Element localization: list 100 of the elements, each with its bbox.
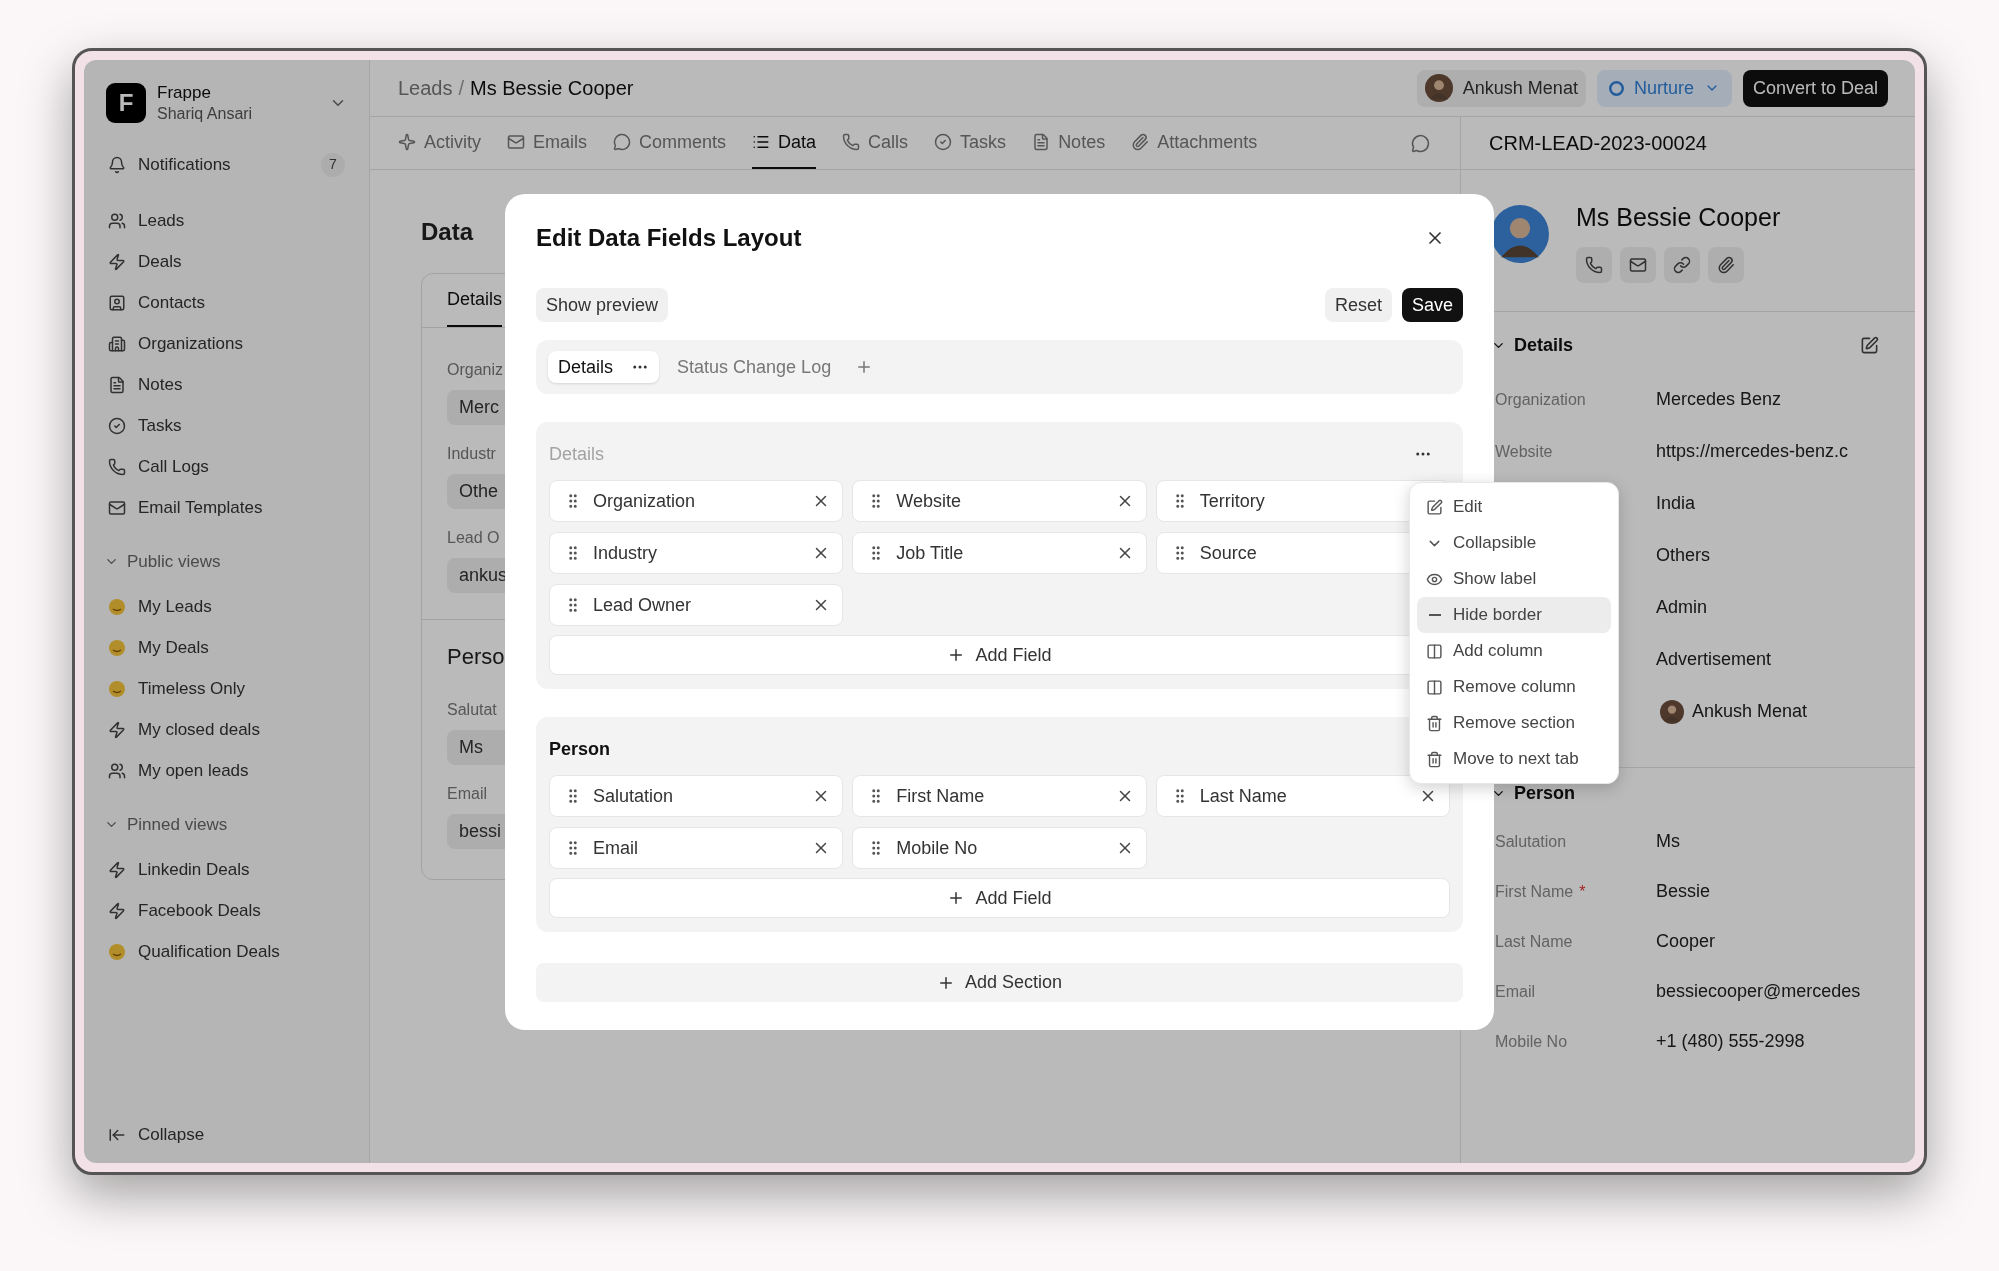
sidebar-item[interactable]: Notifications 7 bbox=[92, 144, 361, 185]
field-value[interactable]: https://mercedes-benz.c bbox=[1656, 438, 1849, 465]
field-chip[interactable]: First Name bbox=[852, 775, 1147, 817]
save-button[interactable]: Save bbox=[1401, 288, 1463, 322]
phone-icon bbox=[108, 457, 126, 476]
sidebar-item[interactable]: Organizations bbox=[92, 323, 361, 364]
phone-button[interactable] bbox=[1576, 246, 1612, 283]
assignee-button[interactable]: Ankush Menat bbox=[1416, 69, 1586, 107]
field-chip[interactable]: Lead Owner bbox=[549, 584, 844, 626]
chat-bubble-icon[interactable] bbox=[1411, 133, 1430, 153]
collapse-button[interactable]: Collapse bbox=[92, 1114, 361, 1155]
sidebar-item[interactable]: Qualification Deals bbox=[92, 931, 361, 972]
breadcrumb-current: Ms Bessie Cooper bbox=[470, 76, 634, 101]
tab[interactable]: Calls bbox=[842, 117, 909, 169]
menu-item[interactable]: Move to next tab bbox=[1417, 741, 1611, 777]
field-chip[interactable]: Mobile No bbox=[852, 827, 1147, 869]
avatar bbox=[1660, 699, 1684, 724]
sidebar-item[interactable]: Call Logs bbox=[92, 446, 361, 487]
field-value[interactable]: +1 (480) 555-2998 bbox=[1656, 1028, 1805, 1055]
field-value[interactable]: Ankush Menat bbox=[1656, 698, 1808, 725]
columns-icon bbox=[1426, 642, 1443, 660]
add-field-button[interactable]: Add Field bbox=[549, 878, 1450, 918]
field-chip[interactable]: Organization bbox=[549, 480, 844, 522]
section-toggle[interactable]: Person bbox=[1491, 780, 1576, 807]
phone-icon bbox=[1585, 255, 1603, 274]
field-chip[interactable]: Email bbox=[549, 827, 844, 869]
field-value[interactable]: Advertisement bbox=[1656, 646, 1772, 673]
sidebar-item[interactable]: My Deals bbox=[92, 627, 361, 668]
preview-button[interactable]: Show preview bbox=[536, 288, 669, 322]
sidebar-item[interactable]: Leads bbox=[92, 200, 361, 241]
sidebar-item[interactable]: Linkedin Deals bbox=[92, 849, 361, 890]
emoji-icon bbox=[108, 638, 126, 657]
tab[interactable]: Activity bbox=[398, 117, 481, 169]
tab[interactable]: Notes bbox=[1032, 117, 1106, 169]
field-chip[interactable]: Salutation bbox=[549, 775, 844, 817]
trash-icon bbox=[1426, 750, 1443, 768]
tab[interactable]: Emails bbox=[507, 117, 588, 169]
reset-button[interactable]: Reset bbox=[1324, 288, 1392, 322]
field-chip[interactable]: Industry bbox=[549, 532, 844, 574]
convert-button[interactable]: Convert to Deal bbox=[1742, 69, 1888, 107]
sidebar-item[interactable]: Contacts bbox=[92, 282, 361, 323]
trash-icon bbox=[1426, 714, 1443, 732]
field-value[interactable]: Mercedes Benz bbox=[1656, 386, 1782, 413]
breadcrumb-link[interactable]: Leads bbox=[398, 73, 453, 103]
lightning-icon bbox=[108, 720, 126, 739]
email-button[interactable] bbox=[1620, 246, 1656, 283]
tab[interactable]: Data bbox=[752, 117, 817, 169]
menu-item[interactable]: Hide border bbox=[1417, 597, 1611, 633]
field-label: Salutat bbox=[447, 700, 497, 720]
field-label: Organization bbox=[1495, 389, 1586, 410]
attach-button[interactable] bbox=[1708, 246, 1744, 283]
tab[interactable]: Status Change Log bbox=[667, 351, 842, 383]
sidebar-item[interactable]: Email Templates bbox=[92, 487, 361, 528]
sidebar-item[interactable]: My open leads bbox=[92, 750, 361, 791]
field-chip[interactable]: Website bbox=[852, 480, 1147, 522]
sidebar-item[interactable]: Deals bbox=[92, 241, 361, 282]
tab[interactable]: Tasks bbox=[934, 117, 1007, 169]
field-chip[interactable]: Last Name bbox=[1155, 775, 1450, 817]
sidebar-item[interactable]: Notes bbox=[92, 364, 361, 405]
users-icon bbox=[108, 761, 126, 780]
workspace-name: Frappe bbox=[157, 82, 212, 104]
logo: F bbox=[106, 83, 146, 123]
add-section-button[interactable]: Add Section bbox=[536, 963, 1463, 1002]
paperclip-icon bbox=[1717, 255, 1735, 274]
emoji-icon bbox=[108, 597, 126, 616]
tab[interactable]: Attachments bbox=[1131, 117, 1258, 169]
edit-icon[interactable] bbox=[1860, 336, 1879, 355]
avatar bbox=[1424, 74, 1453, 102]
sidebar-item[interactable]: Timeless Only bbox=[92, 668, 361, 709]
tab[interactable]: Comments bbox=[613, 117, 727, 169]
sidebar-item[interactable]: Tasks bbox=[92, 405, 361, 446]
emoji-icon bbox=[108, 679, 126, 698]
list-icon bbox=[752, 133, 771, 151]
breadcrumb-separator: / bbox=[458, 76, 465, 101]
sidebar-item[interactable]: My closed deals bbox=[92, 709, 361, 750]
field-value[interactable]: Admin bbox=[1656, 594, 1708, 621]
field-label: Email bbox=[1495, 981, 1535, 1002]
lightning-icon bbox=[108, 860, 126, 879]
field-value[interactable]: Bessie bbox=[1656, 878, 1711, 905]
field-value[interactable]: Ms bbox=[1656, 828, 1680, 855]
section-title: Person bbox=[549, 737, 611, 761]
sidebar-item[interactable]: My Leads bbox=[92, 586, 361, 627]
mail-icon bbox=[108, 498, 126, 517]
field-value[interactable]: Cooper bbox=[1656, 928, 1716, 955]
section-toggle[interactable]: Pinned views bbox=[92, 804, 361, 845]
link-button[interactable] bbox=[1664, 246, 1700, 283]
field-value[interactable]: bessiecooper@mercedes bbox=[1656, 978, 1861, 1005]
field-value[interactable]: Others bbox=[1656, 542, 1711, 569]
tab[interactable]: Details bbox=[548, 351, 660, 383]
section-toggle[interactable]: Details bbox=[1491, 332, 1574, 359]
field-label: Industr bbox=[447, 444, 496, 464]
required-mark: * bbox=[1579, 881, 1586, 902]
mail-icon bbox=[1629, 255, 1647, 274]
tab[interactable]: Details bbox=[447, 274, 503, 327]
section-toggle[interactable]: Public views bbox=[92, 541, 361, 582]
sidebar-item[interactable]: Facebook Deals bbox=[92, 890, 361, 931]
field-chip[interactable]: Job Title bbox=[852, 532, 1147, 574]
contact-card-icon bbox=[108, 293, 126, 312]
menu-item[interactable]: Remove section bbox=[1417, 705, 1611, 741]
field-value[interactable]: India bbox=[1656, 490, 1696, 517]
